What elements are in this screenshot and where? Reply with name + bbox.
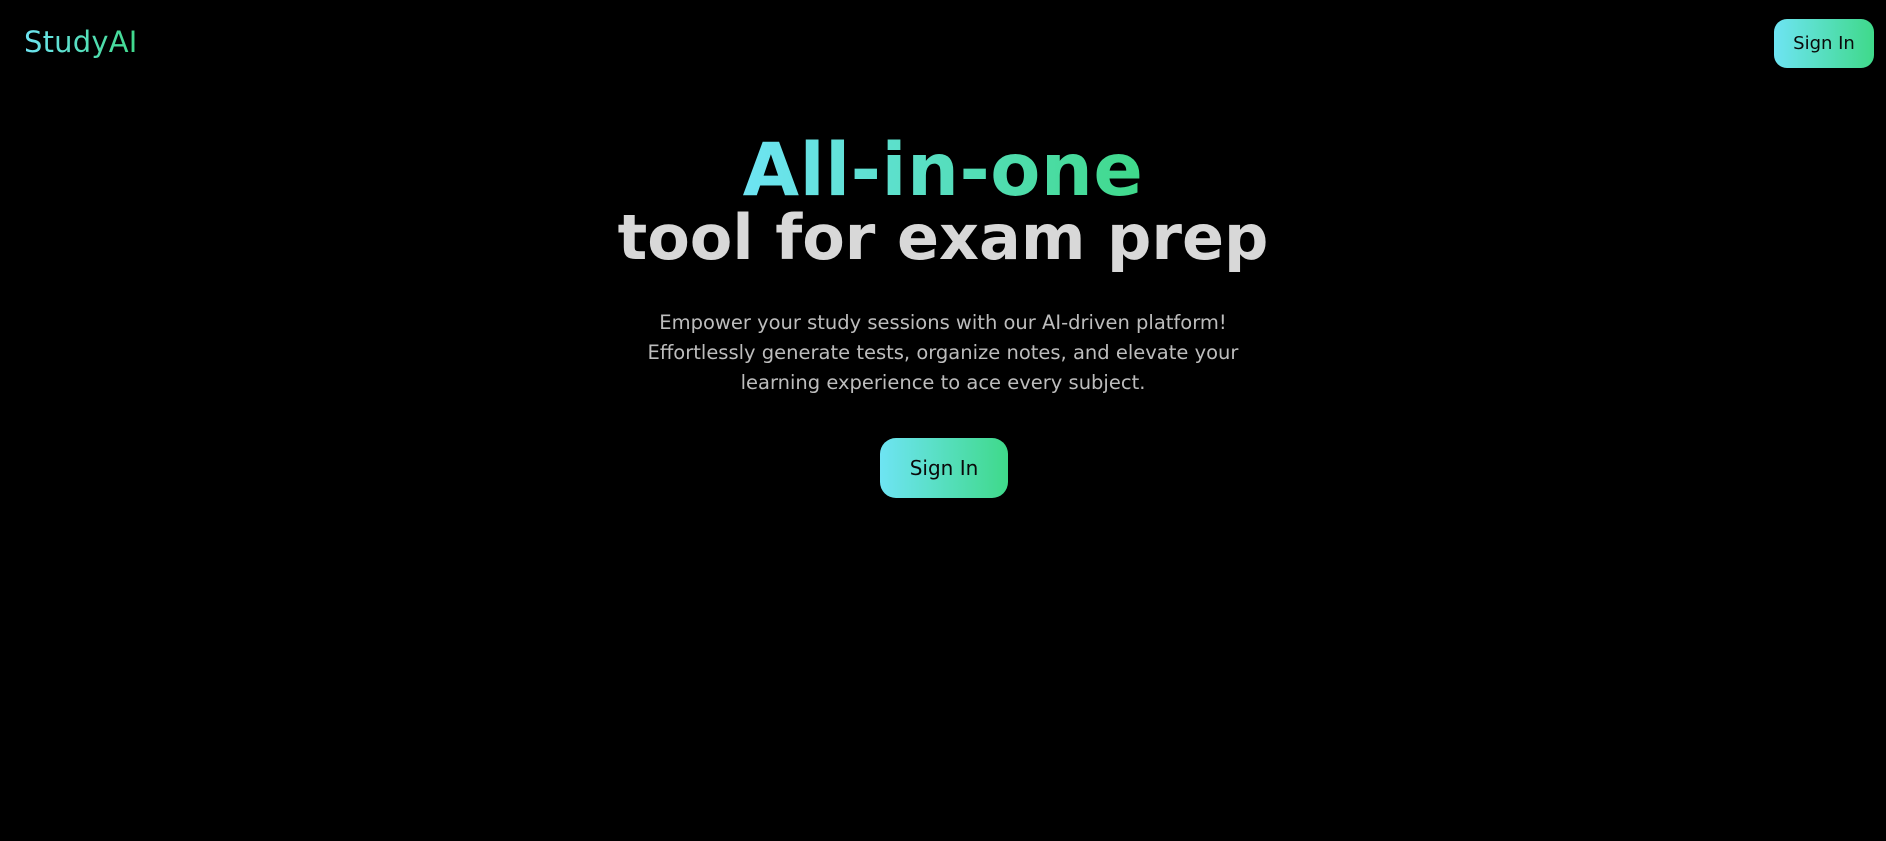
- nav-sign-in-button[interactable]: Sign In: [1774, 19, 1874, 68]
- studyai-logo[interactable]: StudyAI: [24, 22, 138, 62]
- hero-headline: tool for exam prep: [617, 201, 1269, 274]
- hero-sign-in-button[interactable]: Sign In: [880, 438, 1008, 498]
- hero-description: Empower your study sessions with our AI-…: [647, 311, 1239, 394]
- top-navbar: StudyAI Sign In: [0, 0, 1886, 86]
